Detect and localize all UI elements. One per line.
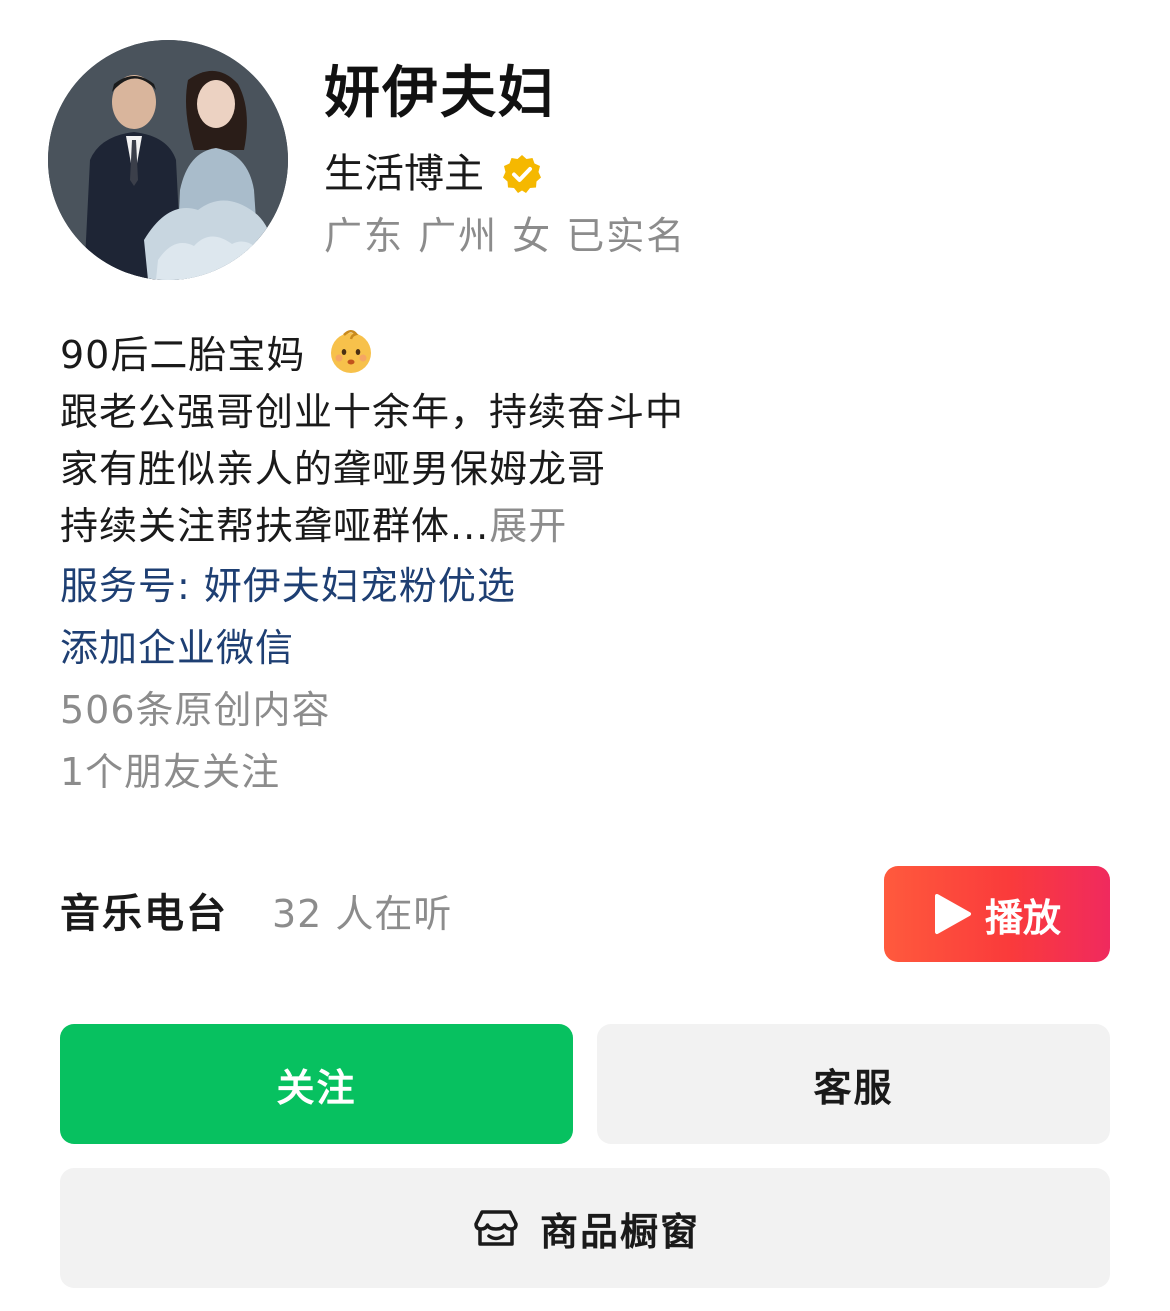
avatar[interactable]: [48, 40, 288, 280]
friends-following[interactable]: 1个朋友关注: [60, 741, 1110, 803]
original-content-count[interactable]: 506条原创内容: [60, 679, 1110, 741]
music-radio-row: 音乐电台 32 人在听 播放: [60, 866, 1110, 962]
expand-link[interactable]: 展开: [489, 504, 567, 548]
verified-badge-icon[interactable]: [500, 152, 544, 196]
category-label: 生活博主: [324, 151, 484, 197]
bio-line-1: 90后二胎宝妈: [60, 333, 306, 377]
customer-service-button[interactable]: 客服: [597, 1024, 1110, 1144]
shop-window-button[interactable]: 商品橱窗: [60, 1168, 1110, 1288]
service-label: 客服: [813, 1065, 894, 1110]
shop-window-icon: [474, 1210, 518, 1246]
radio-title: 音乐电台: [60, 891, 228, 937]
location-info: 广东 广州 女 已实名: [324, 214, 687, 258]
play-label: 播放: [984, 895, 1061, 940]
baby-emoji-icon: [331, 330, 372, 373]
play-button[interactable]: 播放: [884, 866, 1110, 962]
profile-name: 妍伊夫妇: [324, 61, 556, 126]
bio-section: 90后二胎宝妈 跟老公强哥创业十余年，持续奋斗中 家有胜似亲人的聋哑男保姆龙哥 …: [60, 326, 1110, 803]
bio-line-3: 家有胜似亲人的聋哑男保姆龙哥: [60, 447, 607, 491]
service-account-link[interactable]: 服务号: 妍伊夫妇宠粉优选: [60, 555, 1110, 617]
bio-line-4: 持续关注帮扶聋哑群体...: [60, 504, 490, 548]
add-wechat-link[interactable]: 添加企业微信: [60, 617, 1110, 679]
follow-label: 关注: [276, 1065, 357, 1110]
follow-button[interactable]: 关注: [60, 1024, 573, 1144]
bio-line-4-wrapper: 持续关注帮扶聋哑群体...展开: [60, 498, 1110, 555]
radio-listeners: 32 人在听: [272, 892, 453, 936]
category-row: 生活博主: [324, 146, 544, 202]
bio-line: 90后二胎宝妈: [60, 326, 1110, 384]
play-icon: [934, 894, 971, 934]
avatar-photo: [48, 40, 288, 280]
bio-line-2: 跟老公强哥创业十余年，持续奋斗中: [60, 390, 685, 434]
shop-window-label: 商品橱窗: [539, 1209, 700, 1254]
